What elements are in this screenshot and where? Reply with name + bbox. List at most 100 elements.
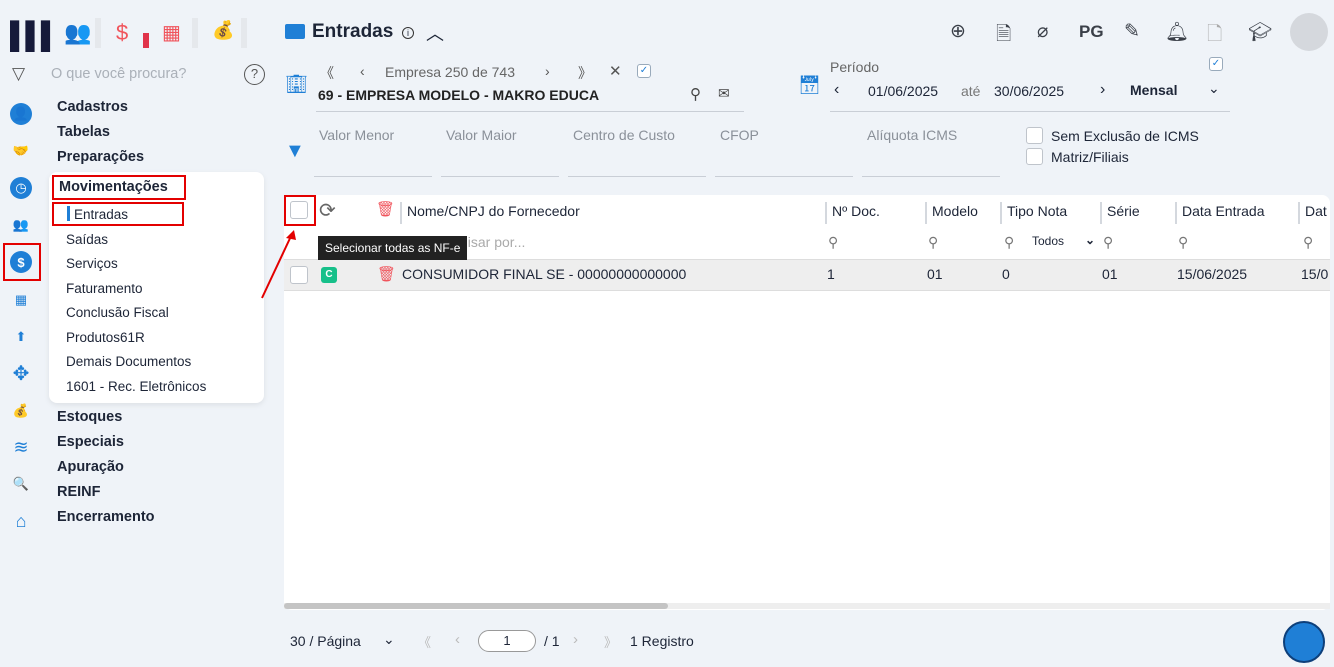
last-company-button[interactable]: 》: [578, 63, 592, 83]
add-icon[interactable]: ⊕: [950, 20, 966, 43]
menu-preparacoes[interactable]: Preparações: [57, 149, 144, 165]
menu-cadastros[interactable]: Cadastros: [57, 99, 128, 115]
next-page-button[interactable]: ›: [573, 631, 578, 648]
handshake-icon[interactable]: 🤝: [10, 140, 32, 162]
col-data[interactable]: Dat: [1298, 202, 1327, 224]
first-company-button[interactable]: 《: [320, 63, 334, 83]
avatar[interactable]: [1290, 13, 1328, 51]
submenu-produtos61r[interactable]: Produtos61R: [66, 330, 145, 345]
submenu-servicos[interactable]: Serviços: [66, 256, 118, 271]
money-bag-icon[interactable]: 💰: [10, 400, 32, 422]
col-data-entrada[interactable]: Data Entrada: [1175, 202, 1265, 224]
search-icon[interactable]: ⚲: [1178, 234, 1188, 251]
menu-tabelas[interactable]: Tabelas: [57, 124, 110, 140]
periodo-end[interactable]: 30/06/2025: [994, 83, 1064, 99]
col-tipo-nota[interactable]: Tipo Nota: [1000, 202, 1067, 224]
first-page-button[interactable]: 《: [418, 632, 431, 651]
broom-icon[interactable]: ⌀: [1037, 20, 1048, 43]
submenu-demais-documentos[interactable]: Demais Documentos: [66, 354, 191, 369]
edit-icon[interactable]: ✎: [1124, 20, 1140, 43]
aliquota-icms-field[interactable]: Alíquota ICMS: [867, 127, 957, 143]
search-icon[interactable]: ⚲: [1004, 234, 1014, 251]
calculator-icon[interactable]: ▦: [10, 289, 32, 311]
sem-exclusao-checkbox[interactable]: [1026, 127, 1043, 144]
clock-icon[interactable]: ◷: [10, 177, 32, 199]
report-search-icon[interactable]: 🗋: [1207, 20, 1222, 52]
graduation-cap-icon[interactable]: 🎓︎: [1248, 20, 1272, 44]
users-icon[interactable]: 👥: [10, 214, 32, 236]
matriz-checkbox[interactable]: [1026, 148, 1043, 165]
submenu-faturamento[interactable]: Faturamento: [66, 281, 143, 296]
submenu-entradas[interactable]: Entradas: [74, 207, 128, 222]
submenu-saidas[interactable]: Saídas: [66, 232, 108, 247]
periodo-start[interactable]: 01/06/2025: [868, 83, 938, 99]
search-icon[interactable]: ⚲: [1303, 234, 1313, 251]
col-serie[interactable]: Série: [1100, 202, 1140, 224]
per-page-select[interactable]: 30 / Página: [290, 633, 361, 649]
money-bag-icon[interactable]: 💰: [212, 20, 234, 41]
assistant-avatar[interactable]: [1283, 621, 1325, 663]
search-icon[interactable]: ⚲: [928, 234, 938, 251]
dollar-icon[interactable]: $: [116, 20, 128, 46]
col-modelo[interactable]: Modelo: [925, 202, 978, 224]
menu-apuracao[interactable]: Apuração: [57, 459, 124, 475]
menu-movimentacoes[interactable]: Movimentações: [59, 179, 168, 195]
network-icon[interactable]: ✥: [10, 362, 32, 385]
row-checkbox[interactable]: [290, 266, 308, 284]
search-icon[interactable]: ⚲: [1103, 234, 1113, 251]
submenu-conclusao-fiscal[interactable]: Conclusão Fiscal: [66, 305, 169, 320]
centro-custo-field[interactable]: Centro de Custo: [573, 127, 675, 143]
dollar-circle-icon[interactable]: $: [10, 251, 32, 273]
next-company-button[interactable]: ›: [545, 63, 550, 79]
arrow-up-icon[interactable]: ⬆: [10, 326, 32, 348]
next-period-button[interactable]: ›: [1100, 81, 1105, 99]
periodo-checkbox[interactable]: ✓: [1209, 57, 1223, 71]
search-icon[interactable]: 🔍: [10, 473, 32, 495]
prev-company-button[interactable]: ‹: [360, 63, 365, 79]
search-icon[interactable]: ⚲: [828, 234, 838, 251]
menu-encerramento[interactable]: Encerramento: [57, 509, 155, 525]
prev-period-button[interactable]: ‹: [834, 81, 839, 99]
refresh-icon[interactable]: ⟳: [319, 198, 336, 223]
chevron-down-icon[interactable]: ⌄: [1085, 233, 1095, 247]
close-icon[interactable]: ✕: [609, 62, 622, 80]
filter-icon[interactable]: ▽: [12, 64, 25, 84]
submenu-rec-eletronicos[interactable]: 1601 - Rec. Eletrônicos: [66, 379, 206, 394]
pg-button[interactable]: PG: [1079, 22, 1104, 42]
select-all-checkbox[interactable]: [290, 201, 308, 219]
mail-icon[interactable]: ✉: [718, 85, 730, 102]
people-icon[interactable]: 👥: [64, 20, 91, 46]
chevron-down-icon[interactable]: ⌄: [1208, 80, 1220, 97]
menu-estoques[interactable]: Estoques: [57, 409, 122, 425]
chevron-up-icon[interactable]: ︿: [426, 20, 444, 46]
trash-icon[interactable]: 🗑︎: [376, 200, 395, 218]
empresa-name[interactable]: 69 - EMPRESA MODELO - MAKRO EDUCA: [318, 87, 599, 103]
col-nome[interactable]: Nome/CNPJ do Fornecedor: [400, 202, 580, 224]
calculator-icon[interactable]: ▦: [162, 20, 181, 45]
periodo-mode-select[interactable]: Mensal: [1130, 82, 1177, 98]
layers-icon[interactable]: ≋: [10, 436, 32, 458]
empresa-checkbox[interactable]: ✓: [637, 64, 651, 78]
home-icon[interactable]: ⌂: [10, 510, 32, 532]
info-icon[interactable]: i: [402, 27, 414, 39]
menu-search-input[interactable]: O que você procura?: [51, 66, 186, 82]
prev-page-button[interactable]: ‹: [455, 631, 460, 648]
cfop-field[interactable]: CFOP: [720, 127, 759, 143]
help-icon[interactable]: ?: [244, 64, 265, 85]
search-icon[interactable]: ⚲: [690, 85, 701, 103]
document-icon[interactable]: 🗎: [996, 20, 1011, 52]
trash-icon[interactable]: 🗑︎: [377, 265, 396, 283]
last-page-button[interactable]: 》: [604, 632, 617, 651]
menu-especiais[interactable]: Especiais: [57, 434, 124, 450]
valor-menor-field[interactable]: Valor Menor: [319, 127, 394, 143]
page-input[interactable]: 1: [478, 630, 536, 652]
chevron-down-icon[interactable]: ⌄: [383, 631, 395, 648]
tipo-nota-filter[interactable]: Todos: [1032, 234, 1064, 248]
bell-icon[interactable]: 🔔︎: [1165, 20, 1189, 44]
user-settings-icon[interactable]: 👤: [10, 103, 32, 125]
valor-maior-field[interactable]: Valor Maior: [446, 127, 517, 143]
search-nome-input[interactable]: uisar por...: [460, 234, 525, 250]
scrollbar-thumb[interactable]: [284, 603, 668, 609]
menu-reinf[interactable]: REINF: [57, 484, 101, 500]
col-ndoc[interactable]: Nº Doc.: [825, 202, 880, 224]
